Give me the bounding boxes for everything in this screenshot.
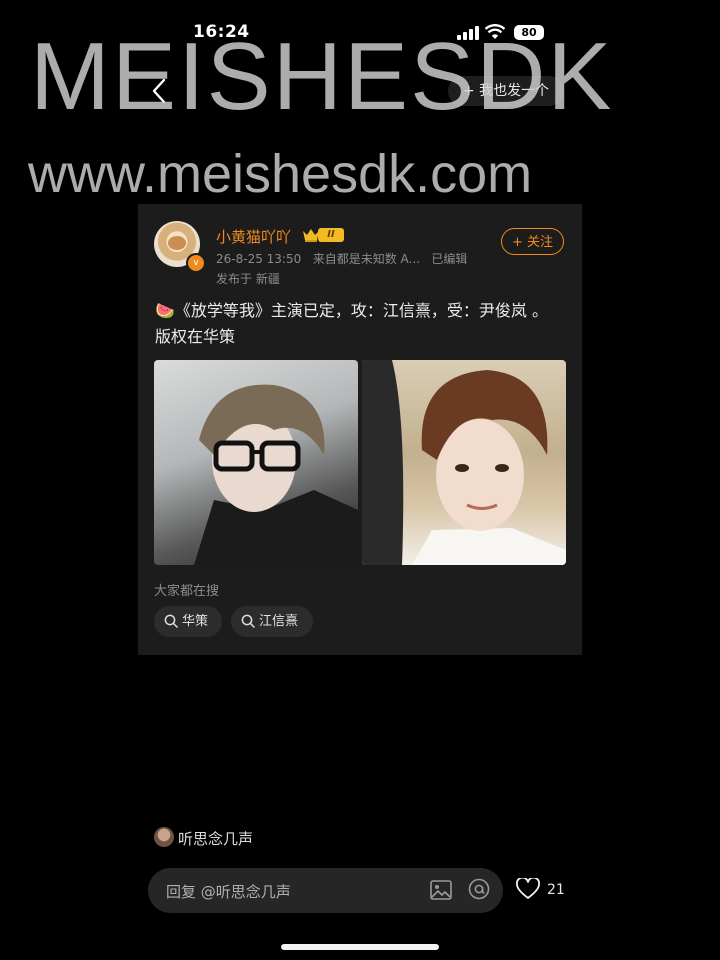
mention-icon[interactable] [468, 878, 490, 900]
post-text: 🍉《放学等我》主演已定，攻：江信熹，受：尹俊岚 。版权在华策 [155, 301, 549, 346]
post-image-1[interactable] [154, 360, 358, 565]
heart-icon[interactable] [516, 878, 540, 900]
level-badge: II [318, 228, 344, 242]
image-icon[interactable] [430, 880, 452, 900]
post-location: 发布于 新疆 [216, 272, 280, 286]
follow-button[interactable]: + 关注 [501, 228, 564, 255]
reply-user-avatar[interactable] [154, 827, 174, 847]
trending-tag[interactable]: 江信熹 [231, 606, 313, 637]
portrait-1-drawing [194, 384, 358, 565]
home-indicator[interactable] [281, 944, 439, 950]
portrait-2-drawing [362, 360, 566, 565]
trending-tag-label: 江信熹 [259, 614, 299, 629]
verified-badge-icon: v [186, 253, 206, 273]
search-icon [241, 614, 255, 628]
post-timestamp: 26-8-25 13:50 [216, 252, 302, 266]
trending-label: 大家都在搜 [154, 584, 220, 599]
trending-tag[interactable]: 华策 [154, 606, 222, 637]
post-image-2[interactable] [362, 360, 566, 565]
watermark-title: MEISHESDK [30, 23, 614, 130]
reply-username[interactable]: 听思念几声 [178, 828, 253, 849]
edited-label[interactable]: 已编辑 [431, 252, 467, 266]
reply-placeholder: 回复 @听思念几声 [166, 883, 291, 901]
post-meta: 26-8-25 13:50 来自都是未知数 A... 已编辑 [216, 250, 467, 267]
author-name[interactable]: 小黄猫吖吖 [216, 226, 291, 247]
search-icon [164, 614, 178, 628]
watermark-url: www.meishesdk.com [28, 144, 533, 204]
trending-tag-label: 华策 [182, 614, 209, 629]
avatar-face [168, 236, 186, 250]
like-count: 21 [547, 882, 565, 898]
post-source: 来自都是未知数 A... [312, 252, 420, 266]
